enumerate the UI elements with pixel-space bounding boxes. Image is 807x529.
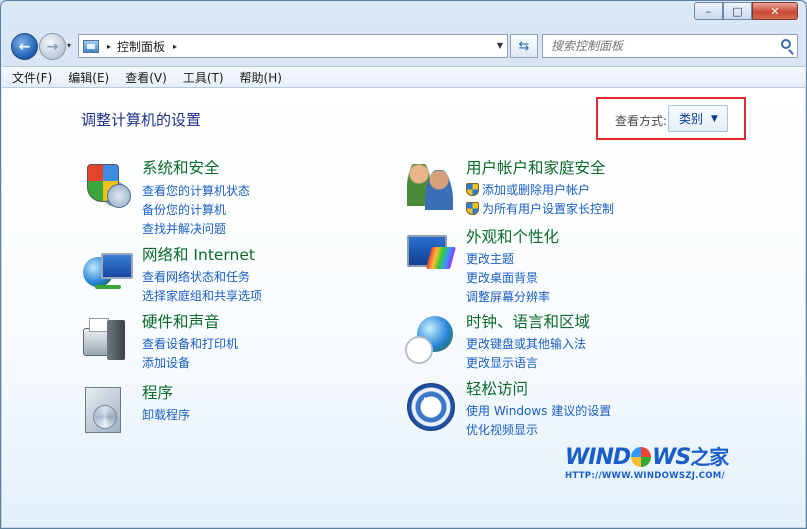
network-globe-icon[interactable] [81, 247, 133, 299]
ease-of-access-icon[interactable] [405, 381, 457, 433]
breadcrumb-trailing-separator-icon[interactable]: ▸ [173, 42, 177, 51]
category-link[interactable]: 查找并解决问题 [142, 220, 226, 237]
forward-button[interactable]: → [39, 33, 66, 60]
minimize-button[interactable]: – [694, 2, 723, 20]
close-button[interactable]: ✕ [752, 2, 798, 20]
appearance-monitor-icon[interactable] [405, 229, 457, 281]
network-cable-icon [95, 285, 121, 289]
windowszj-watermark: WIND WS之家 HTTP://WWW.WINDOWSZJ.COM/ [565, 441, 729, 481]
menu-edit[interactable]: 编辑(E) [68, 69, 109, 86]
back-button[interactable]: ← [11, 33, 38, 60]
search-icon[interactable] [781, 39, 791, 49]
view-by-label: 查看方式: [615, 114, 668, 128]
category-link[interactable]: 更改显示语言 [466, 354, 538, 371]
back-arrow-icon: ← [18, 38, 31, 55]
control-panel-icon [83, 39, 99, 53]
view-by-highlight: 查看方式: 类别 ▼ [596, 97, 746, 140]
address-dropdown-icon[interactable]: ▼ [497, 41, 503, 50]
printer-hardware-icon[interactable] [81, 314, 133, 366]
page-title: 调整计算机的设置 [81, 111, 202, 129]
category-link[interactable]: 查看您的计算机状态 [142, 182, 250, 199]
breadcrumb-separator-icon[interactable]: ▸ [107, 42, 111, 51]
category-link[interactable]: 更改键盘或其他输入法 [466, 335, 586, 352]
chevron-down-icon: ▼ [711, 113, 718, 124]
recent-pages-dropdown-icon[interactable]: ▾ [67, 41, 71, 50]
close-icon: ✕ [770, 4, 780, 18]
minimize-icon: – [705, 4, 712, 18]
category-title[interactable]: 硬件和声音 [142, 310, 220, 332]
refresh-icon: ⇆ [518, 38, 530, 54]
uac-shield-icon [466, 183, 479, 196]
view-by-dropdown[interactable]: 类别 ▼ [668, 105, 728, 132]
user-accounts-icon[interactable] [405, 160, 457, 212]
category-link-text[interactable]: 为所有用户设置家长控制 [482, 200, 614, 217]
category-title[interactable]: 网络和 Internet [142, 243, 255, 265]
watermark-url: HTTP://WWW.WINDOWSZJ.COM/ [565, 471, 725, 481]
breadcrumb-control-panel[interactable]: 控制面板 [117, 38, 165, 55]
category-link[interactable]: 为所有用户设置家长控制 [466, 200, 614, 217]
category-title[interactable]: 轻松访问 [466, 377, 528, 399]
category-link[interactable]: 查看设备和打印机 [142, 335, 238, 352]
content-area: 调整计算机的设置 查看方式: 类别 ▼ 系统和安全 查看您的计算机状态 备份您的… [2, 88, 805, 527]
menu-tools[interactable]: 工具(T) [183, 69, 224, 86]
security-shield-icon[interactable] [81, 160, 133, 212]
category-link[interactable]: 优化视频显示 [466, 421, 538, 438]
maximize-icon: □ [732, 4, 743, 18]
menu-view[interactable]: 查看(V) [125, 69, 167, 86]
watermark-title: WIND WS之家 [565, 445, 729, 470]
menu-bar: 文件(F) 编辑(E) 查看(V) 工具(T) 帮助(H) [2, 66, 805, 88]
category-link[interactable]: 更改桌面背景 [466, 269, 538, 286]
uac-shield-icon [466, 202, 479, 215]
watermark-title-part2: WS [652, 445, 691, 470]
category-link[interactable]: 添加设备 [142, 354, 190, 371]
watermark-title-part1: WIND [565, 445, 631, 470]
category-link[interactable]: 备份您的计算机 [142, 201, 226, 218]
category-title[interactable]: 外观和个性化 [466, 225, 559, 247]
category-link[interactable]: 调整屏幕分辨率 [466, 288, 550, 305]
control-panel-window: – □ ✕ ← → ▾ ▸ 控制面板 ▸ ▼ ⇆ 文件(F) 编辑(E) 查看(… [0, 0, 807, 529]
search-box[interactable] [542, 34, 798, 58]
category-title[interactable]: 用户帐户和家庭安全 [466, 156, 606, 178]
category-link[interactable]: 使用 Windows 建议的设置 [466, 402, 611, 419]
clock-globe-icon[interactable] [405, 314, 457, 366]
category-title[interactable]: 系统和安全 [142, 156, 220, 178]
category-title[interactable]: 时钟、语言和区域 [466, 310, 590, 332]
watermark-logo-icon [631, 447, 652, 467]
forward-arrow-icon: → [46, 38, 59, 55]
navigation-bar: ← → ▾ ▸ 控制面板 ▸ ▼ ⇆ [9, 31, 798, 61]
printer-paper-icon [89, 318, 109, 332]
menu-file[interactable]: 文件(F) [12, 69, 52, 86]
search-input[interactable] [551, 39, 771, 53]
refresh-button[interactable]: ⇆ [510, 34, 538, 58]
category-link[interactable]: 添加或删除用户帐户 [466, 181, 590, 198]
category-link[interactable]: 卸载程序 [142, 406, 190, 423]
address-bar[interactable]: ▸ 控制面板 ▸ ▼ [78, 34, 508, 58]
category-link[interactable]: 选择家庭组和共享选项 [142, 287, 262, 304]
watermark-title-zh: 之家 [690, 445, 729, 469]
menu-help[interactable]: 帮助(H) [240, 69, 282, 86]
category-title[interactable]: 程序 [142, 381, 173, 403]
caption-buttons: – □ ✕ [694, 2, 798, 20]
programs-icon[interactable] [81, 385, 133, 437]
category-link[interactable]: 查看网络状态和任务 [142, 268, 250, 285]
category-link[interactable]: 更改主题 [466, 250, 514, 267]
view-by-value: 类别 [679, 112, 704, 126]
category-link-text[interactable]: 添加或删除用户帐户 [482, 181, 590, 198]
maximize-button[interactable]: □ [723, 2, 752, 20]
